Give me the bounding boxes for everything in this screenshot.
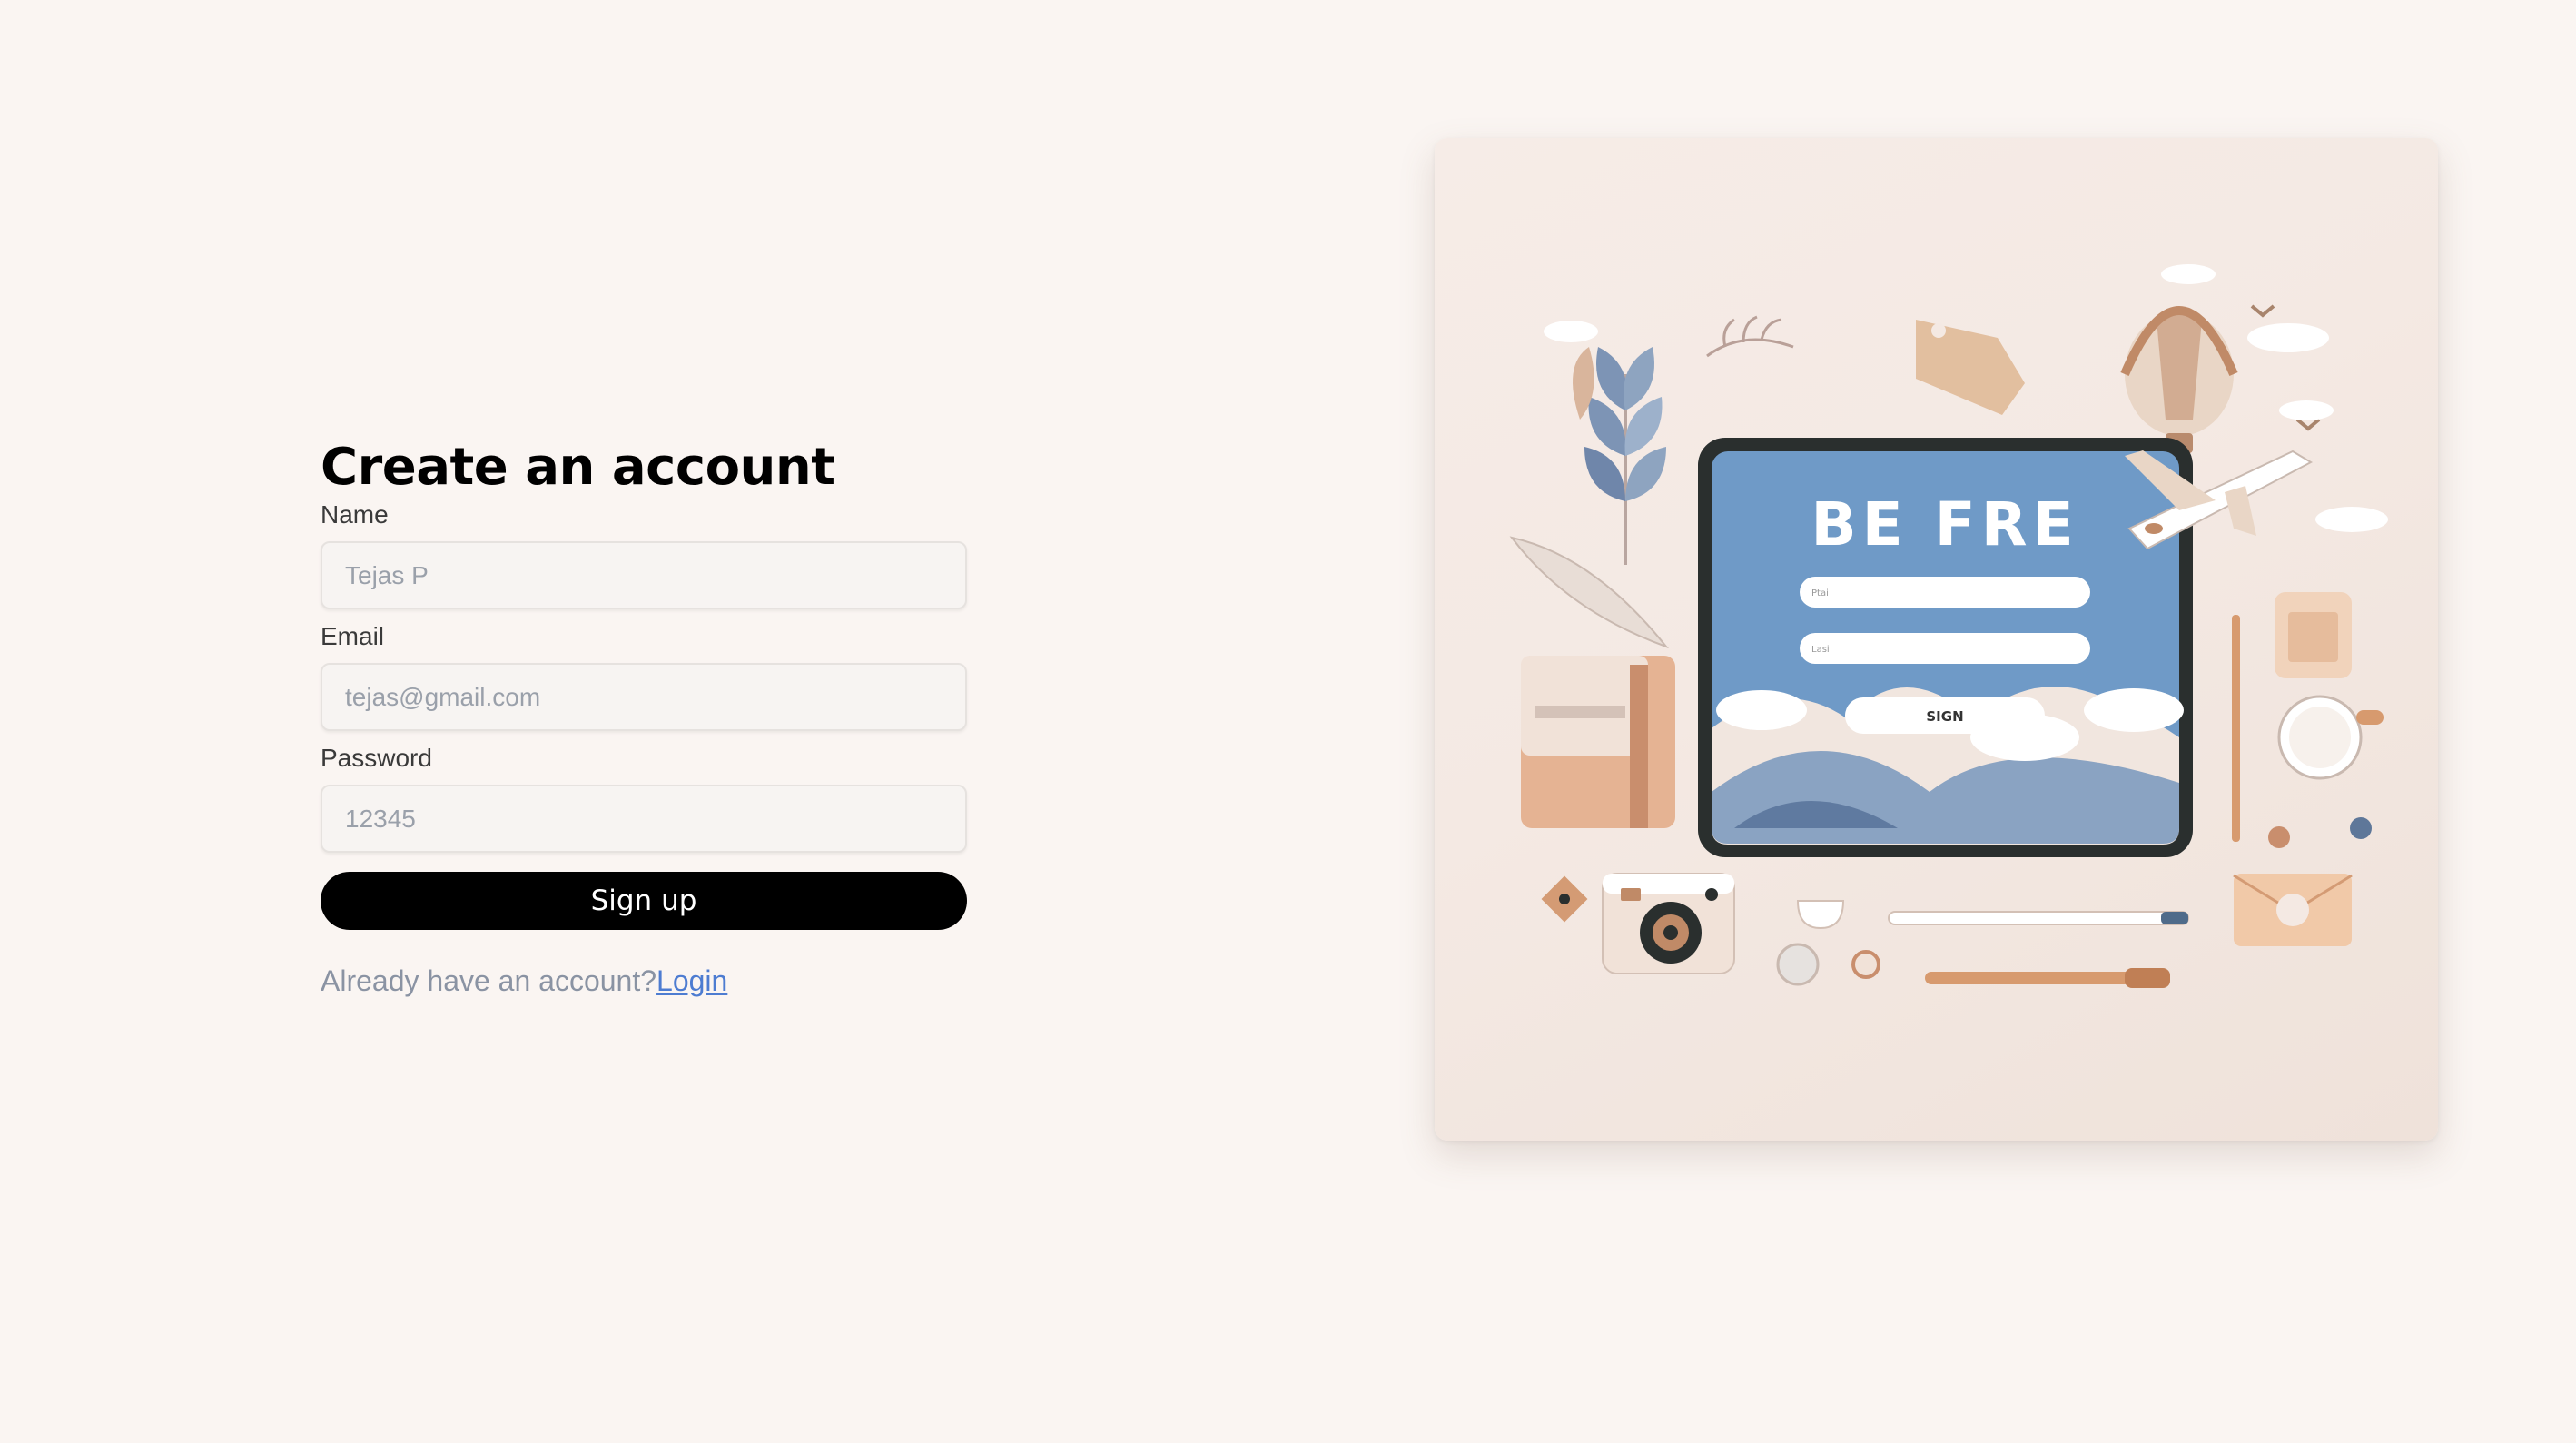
tablet-button-label: SIGN <box>1926 708 1963 725</box>
login-link[interactable]: Login <box>656 964 727 997</box>
password-label: Password <box>321 744 432 772</box>
pen-icon <box>1888 911 2189 988</box>
compass-icon <box>1541 875 1588 923</box>
name-label: Name <box>321 500 389 529</box>
sign-up-button[interactable]: Sign up <box>321 872 967 930</box>
email-label: Email <box>321 622 385 650</box>
illustration-card: BE FRE Ptai Lasi SIGN <box>1435 138 2438 1141</box>
tablet-field1-label: Ptai <box>1811 588 1829 598</box>
email-input[interactable] <box>321 663 967 731</box>
coin-icon <box>1776 900 1880 986</box>
luggage-tag-icon <box>1916 320 2025 415</box>
camera-icon <box>1602 873 1735 974</box>
tablet-field2-label: Lasi <box>1811 645 1830 655</box>
already-have-account-text: Already have an account? <box>321 964 657 997</box>
login-prompt: Already have an account?Login <box>321 964 967 998</box>
password-input[interactable] <box>321 785 967 853</box>
wallet-icon <box>1521 656 1675 828</box>
signup-form: Create an account Name Email Password Si… <box>321 436 967 998</box>
page-title: Create an account <box>321 438 835 497</box>
signup-illustration: BE FRE Ptai Lasi SIGN <box>1509 264 2388 988</box>
hot-air-balloon-icon <box>2120 306 2238 453</box>
name-input[interactable] <box>321 541 967 609</box>
sprig-icon <box>1706 315 1794 358</box>
tablet-illustration: BE FRE Ptai Lasi SIGN <box>1698 438 2193 857</box>
leaf-plant-icon <box>1509 347 1670 649</box>
tablet-heading: BE FRE <box>1811 489 2078 559</box>
envelope-icon <box>2233 874 2353 946</box>
cup-icon <box>2277 695 2384 780</box>
